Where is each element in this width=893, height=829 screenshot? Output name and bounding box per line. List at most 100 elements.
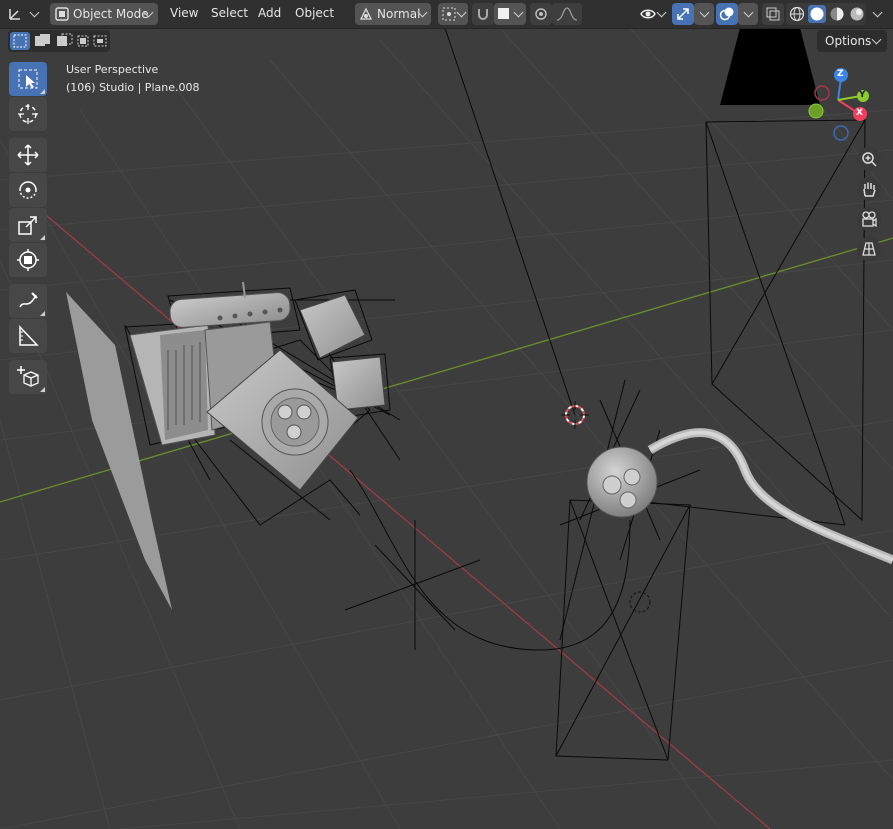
snap-toggle[interactable] [472, 3, 494, 25]
pivot-icon [442, 7, 456, 21]
tool-select-box[interactable] [9, 62, 47, 96]
camera-view-button[interactable] [857, 207, 881, 231]
wireframe-icon [789, 6, 805, 22]
projection-toggle-button[interactable] [857, 237, 881, 261]
chevron-down-icon [513, 7, 524, 18]
menu-add[interactable]: Add [258, 6, 281, 20]
corner-icon [40, 235, 45, 240]
falloff-curve-icon [556, 7, 578, 21]
snap-element-dropdown[interactable] [494, 3, 526, 25]
corner-icon [40, 311, 45, 316]
tool-transform[interactable] [9, 243, 47, 277]
chevron-down-icon [656, 7, 667, 18]
proportional-edit-toggle[interactable] [530, 3, 552, 25]
options-dropdown[interactable]: Options [817, 30, 887, 52]
shading-mode-group [786, 3, 866, 25]
proportional-edit-icon [535, 8, 547, 20]
select-invert-icon [77, 35, 89, 47]
visibility-dropdown[interactable] [637, 3, 669, 25]
tool-annotate[interactable] [9, 284, 47, 318]
menu-view[interactable]: View [170, 6, 198, 20]
select-extend-icon [35, 34, 50, 46]
tool-rotate[interactable] [9, 173, 47, 207]
select-intersect-button[interactable] [92, 32, 108, 50]
solid-icon [810, 7, 824, 21]
corner-icon [40, 89, 45, 94]
select-invert-button[interactable] [76, 32, 90, 50]
options-label: Options [825, 34, 872, 48]
move-icon [17, 144, 39, 166]
chevron-down-icon [871, 34, 882, 45]
select-subtract-button[interactable] [54, 32, 74, 50]
cursor-icon [18, 104, 38, 124]
view-name: User Perspective [66, 63, 159, 76]
gizmo-icon [677, 8, 689, 20]
mode-dropdown[interactable]: Object Mode [50, 3, 158, 25]
object-info: (106) Studio | Plane.008 [66, 81, 200, 94]
zoom-icon [862, 152, 877, 167]
select-intersect-icon [93, 35, 107, 47]
rotate-icon [19, 181, 37, 199]
xray-toggle[interactable] [762, 3, 784, 25]
shading-solid-button[interactable] [808, 5, 826, 23]
mode-label: Object Mode [73, 7, 149, 21]
shading-wireframe-button[interactable] [788, 5, 806, 23]
overlay-icon [719, 7, 734, 21]
chevron-down-icon [872, 7, 883, 18]
select-box-icon [18, 69, 38, 89]
corner-icon [40, 387, 45, 392]
gizmo-x-label[interactable]: X [856, 108, 863, 118]
select-new-icon [13, 34, 27, 48]
hand-icon [863, 182, 876, 197]
snap-square-icon [498, 8, 509, 19]
viewport-header: Object Mode View Select Add Object Norma… [0, 0, 893, 29]
gizmo-options-dropdown[interactable] [694, 3, 714, 25]
gizmo-z-label[interactable]: Z [837, 69, 844, 79]
overlays-options-dropdown[interactable] [738, 3, 758, 25]
annotate-icon [19, 292, 38, 308]
xray-icon [766, 7, 780, 21]
chevron-down-icon [743, 7, 754, 18]
3d-viewport[interactable] [0, 0, 893, 829]
tool-scale[interactable] [9, 208, 47, 242]
scale-icon [18, 216, 37, 235]
pivot-point-dropdown[interactable] [438, 3, 468, 25]
tool-measure[interactable] [9, 319, 47, 353]
measure-icon [19, 325, 39, 346]
editor-type-selector[interactable] [4, 3, 44, 25]
gizmo-y-label[interactable]: Y [859, 90, 866, 100]
select-extend-button[interactable] [32, 32, 52, 50]
axes-icon [9, 9, 20, 20]
chevron-down-icon [699, 7, 710, 18]
transform-icon [17, 249, 39, 271]
gizmo-toggle[interactable] [672, 3, 694, 25]
tool-move[interactable] [9, 138, 47, 172]
menu-object[interactable]: Object [295, 6, 334, 20]
chevron-down-icon [456, 7, 467, 18]
grid-view-icon [862, 242, 876, 256]
magnet-icon [478, 9, 488, 20]
add-cube-icon [17, 366, 39, 387]
orientation-label: Normal [377, 7, 421, 21]
eye-icon [640, 9, 656, 19]
select-subtract-icon [57, 33, 73, 46]
shading-material-button[interactable] [828, 5, 846, 23]
proportional-falloff-dropdown[interactable] [552, 3, 582, 25]
shading-rendered-button[interactable] [848, 5, 866, 23]
material-icon [830, 7, 844, 21]
object-mode-icon [55, 7, 69, 21]
orientation-icon [359, 7, 373, 20]
chevron-down-icon [29, 7, 40, 18]
camera-icon [862, 211, 877, 228]
zoom-button[interactable] [857, 147, 881, 171]
select-new-button[interactable] [10, 32, 30, 50]
tool-cursor[interactable] [9, 97, 47, 131]
pan-button[interactable] [857, 177, 881, 201]
shading-options-dropdown[interactable] [868, 3, 888, 25]
selection-mode-group [8, 30, 110, 52]
overlays-toggle[interactable] [716, 3, 738, 25]
transform-orientation-dropdown[interactable]: Normal [355, 3, 431, 25]
rendered-icon [850, 7, 864, 21]
menu-select[interactable]: Select [211, 6, 248, 20]
tool-add-cube[interactable] [9, 360, 47, 394]
